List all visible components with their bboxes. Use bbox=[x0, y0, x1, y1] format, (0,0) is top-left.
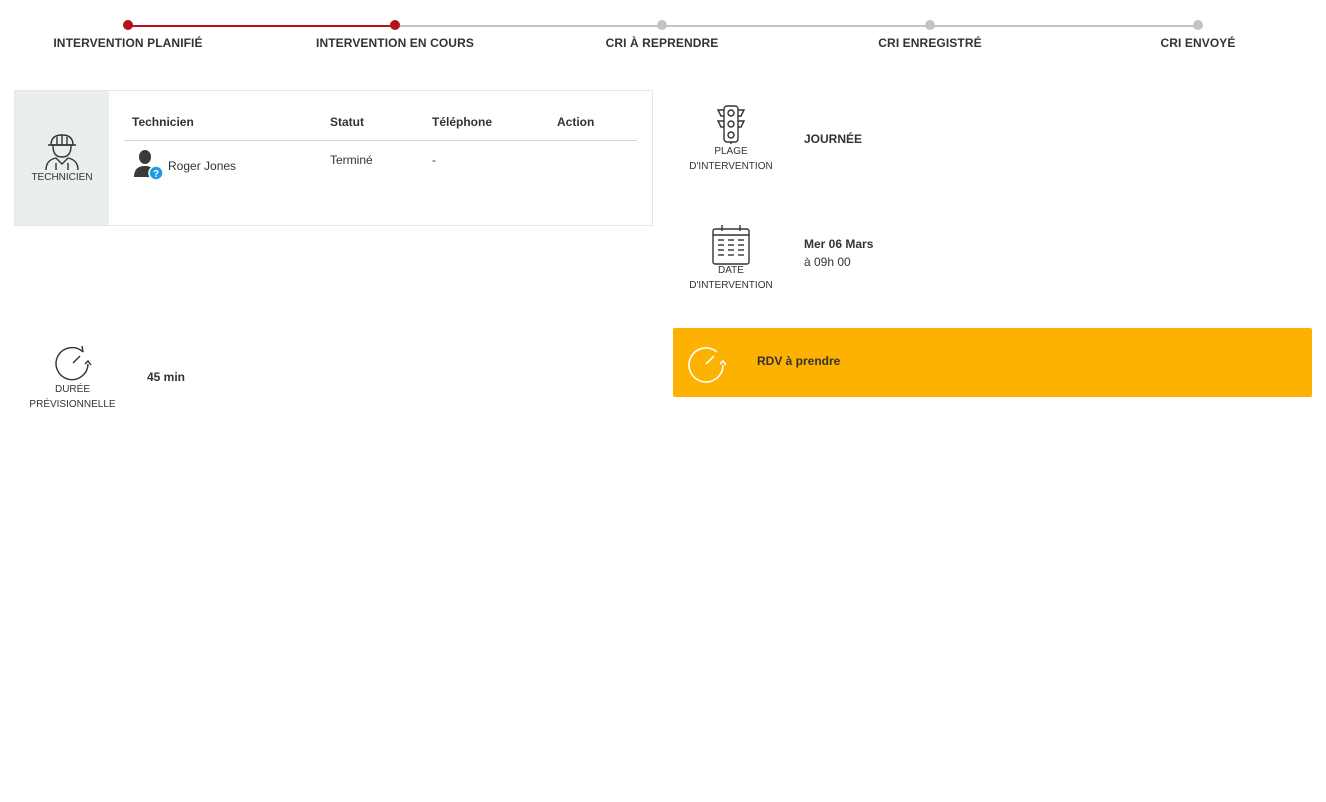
plage-icon-box: PLAGE D'INTERVENTION bbox=[673, 100, 789, 174]
technician-status: Terminé bbox=[330, 153, 373, 167]
rdv-label: RDV à prendre bbox=[757, 354, 841, 368]
table-header-divider bbox=[124, 140, 637, 141]
duree-label-line1: DURÉE bbox=[54, 384, 90, 395]
duree-label-line2: PRÉVISIONNELLE bbox=[29, 399, 116, 410]
step-dot bbox=[390, 20, 400, 30]
rdv-banner[interactable]: RDV à prendre bbox=[673, 328, 1312, 397]
technician-side-panel: TECHNICIEN bbox=[15, 91, 109, 225]
worker-helmet-icon bbox=[45, 134, 79, 171]
step-dot bbox=[1193, 20, 1203, 30]
step-cri-a-reprendre: CRI À REPRENDRE bbox=[552, 20, 772, 50]
date-icon-box: DATE D'INTERVENTION bbox=[673, 222, 789, 293]
technician-card: TECHNICIEN Technicien Statut Téléphone A… bbox=[14, 90, 653, 226]
step-label: CRI ENREGISTRÉ bbox=[878, 36, 982, 50]
column-header-telephone: Téléphone bbox=[432, 115, 493, 129]
column-header-statut: Statut bbox=[330, 115, 364, 129]
progress-stepper: INTERVENTION PLANIFIÉ INTERVENTION EN CO… bbox=[0, 0, 1326, 60]
date-day: Mer 06 Mars bbox=[804, 237, 874, 251]
date-label-line1: DATE bbox=[718, 265, 744, 276]
step-dot bbox=[925, 20, 935, 30]
step-cri-enregistre: CRI ENREGISTRÉ bbox=[820, 20, 1040, 50]
step-label: INTERVENTION PLANIFIÉ bbox=[53, 36, 203, 50]
step-dot bbox=[123, 20, 133, 30]
svg-text:?: ? bbox=[153, 169, 159, 180]
step-intervention-planifie: INTERVENTION PLANIFIÉ bbox=[18, 20, 238, 50]
calendar-icon bbox=[712, 225, 750, 265]
date-time: à 09h 00 bbox=[804, 255, 851, 269]
step-dot bbox=[657, 20, 667, 30]
duree-icon-box: DURÉE PRÉVISIONNELLE bbox=[14, 344, 131, 412]
timer-icon bbox=[54, 345, 92, 381]
plage-label-line2: D'INTERVENTION bbox=[689, 161, 773, 172]
timer-icon bbox=[688, 347, 727, 383]
step-label: CRI À REPRENDRE bbox=[605, 36, 719, 50]
technician-phone: - bbox=[432, 153, 436, 167]
step-label: INTERVENTION EN COURS bbox=[316, 36, 474, 50]
step-intervention-en-cours: INTERVENTION EN COURS bbox=[285, 20, 505, 50]
column-header-action: Action bbox=[557, 115, 595, 129]
step-cri-envoye: CRI ENVOYÉ bbox=[1088, 20, 1308, 50]
technician-label: TECHNICIEN bbox=[31, 172, 93, 183]
user-unknown-avatar-icon: ? bbox=[134, 150, 164, 181]
technician-name: Roger Jones bbox=[168, 159, 237, 173]
plage-value: JOURNÉE bbox=[804, 132, 863, 146]
date-label-line2: D'INTERVENTION bbox=[689, 280, 773, 291]
step-label: CRI ENVOYÉ bbox=[1160, 36, 1236, 50]
plage-label-line1: PLAGE bbox=[714, 146, 748, 157]
duree-value: 45 min bbox=[147, 370, 186, 384]
stepper-line-todo bbox=[395, 25, 1198, 27]
column-header-technicien: Technicien bbox=[132, 115, 194, 129]
traffic-light-icon bbox=[716, 105, 746, 144]
